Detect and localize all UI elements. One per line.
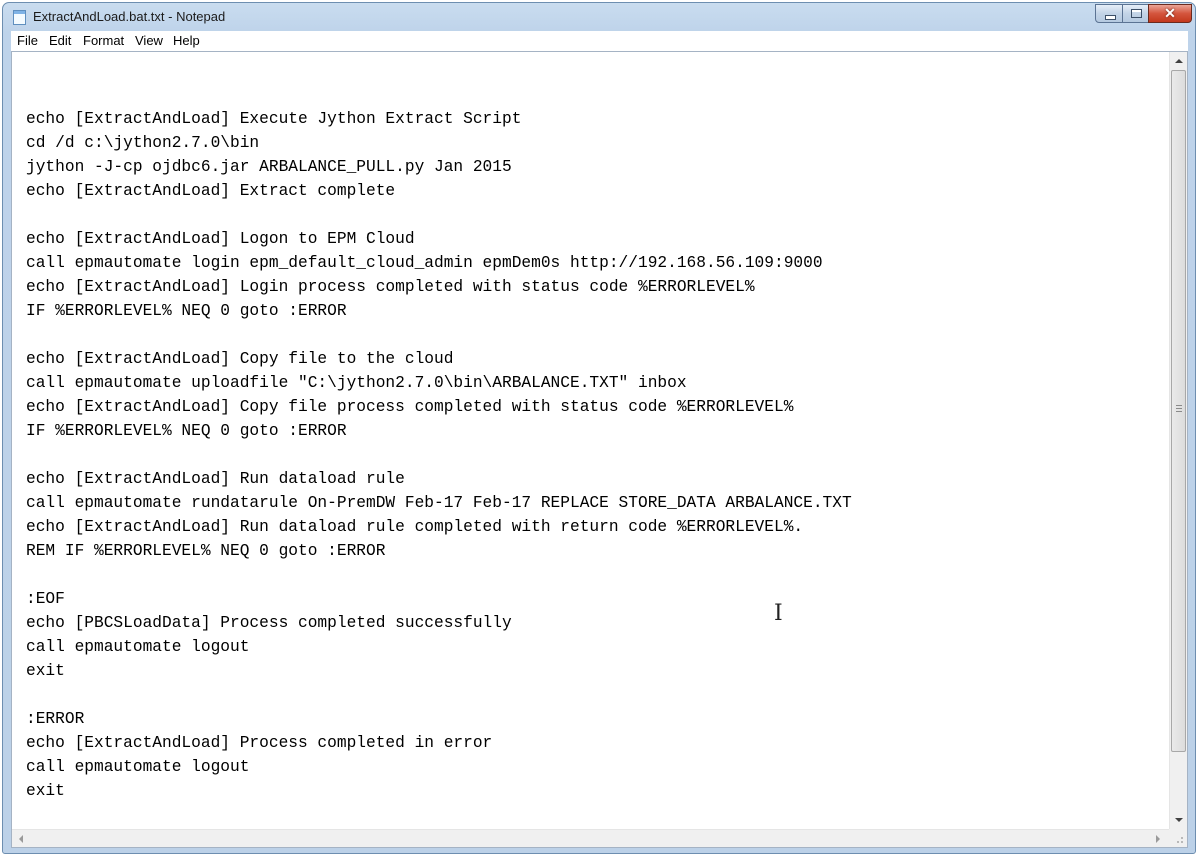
grip-line (1176, 405, 1182, 406)
title-bar[interactable]: ExtractAndLoad.bat.txt - Notepad ✕ (3, 3, 1195, 31)
scroll-right-icon[interactable] (1156, 835, 1160, 843)
text-line: IF %ERRORLEVEL% NEQ 0 goto :ERROR (26, 422, 347, 440)
scroll-up-icon[interactable] (1175, 59, 1183, 63)
close-icon: ✕ (1164, 5, 1176, 21)
minimize-button[interactable] (1095, 4, 1123, 23)
menu-view[interactable]: View (133, 33, 165, 48)
text-line: echo [PBCSLoadData] Process completed su… (26, 614, 512, 632)
grip-line (1176, 411, 1182, 412)
text-line: :ERROR (26, 710, 85, 728)
grip-dot (1177, 841, 1179, 843)
window-title: ExtractAndLoad.bat.txt - Notepad (33, 9, 226, 24)
text-editor[interactable]: echo [ExtractAndLoad] Execute Jython Ext… (11, 51, 1188, 848)
notepad-window: ExtractAndLoad.bat.txt - Notepad ✕ File … (2, 2, 1196, 854)
maximize-button[interactable] (1122, 4, 1149, 23)
text-line: echo [ExtractAndLoad] Copy file process … (26, 398, 794, 416)
horizontal-scrollbar[interactable] (12, 829, 1170, 847)
text-line: echo [ExtractAndLoad] Extract complete (26, 182, 396, 200)
text-line: echo [ExtractAndLoad] Login process comp… (26, 278, 755, 296)
scroll-down-icon[interactable] (1175, 818, 1183, 822)
scroll-left-icon[interactable] (19, 835, 23, 843)
menu-help[interactable]: Help (171, 33, 202, 48)
text-line: :EOF (26, 590, 65, 608)
vertical-scrollbar[interactable] (1169, 52, 1187, 829)
menu-bar: File Edit Format View Help (11, 31, 1188, 52)
minimize-icon (1105, 15, 1116, 20)
resize-grip-icon[interactable] (1169, 829, 1187, 847)
text-line: call epmautomate rundatarule On-PremDW F… (26, 494, 852, 512)
text-line: call epmautomate logout (26, 758, 250, 776)
text-line: REM IF %ERRORLEVEL% NEQ 0 goto :ERROR (26, 542, 386, 560)
text-line: echo [ExtractAndLoad] Execute Jython Ext… (26, 110, 522, 128)
text-line: call epmautomate login epm_default_cloud… (26, 254, 823, 272)
grip-line (1176, 408, 1182, 409)
grip-dot (1181, 841, 1183, 843)
grip-dot (1181, 837, 1183, 839)
notepad-icon[interactable] (13, 10, 26, 25)
text-line: jython -J-cp ojdbc6.jar ARBALANCE_PULL.p… (26, 158, 512, 176)
text-cursor-icon: I (774, 601, 783, 626)
text-line: echo [ExtractAndLoad] Run dataload rule … (26, 518, 804, 536)
text-line: echo [ExtractAndLoad] Run dataload rule (26, 470, 405, 488)
menu-format[interactable]: Format (81, 33, 126, 48)
editor-content[interactable]: echo [ExtractAndLoad] Execute Jython Ext… (12, 52, 1163, 823)
text-line: IF %ERRORLEVEL% NEQ 0 goto :ERROR (26, 302, 347, 320)
vertical-scroll-thumb[interactable] (1171, 70, 1186, 752)
text-line: exit (26, 662, 65, 680)
text-line: echo [ExtractAndLoad] Copy file to the c… (26, 350, 454, 368)
close-button[interactable]: ✕ (1148, 4, 1192, 23)
menu-file[interactable]: File (15, 33, 40, 48)
maximize-icon (1131, 9, 1142, 18)
text-line: call epmautomate logout (26, 638, 250, 656)
text-line: echo [ExtractAndLoad] Logon to EPM Cloud (26, 230, 415, 248)
menu-edit[interactable]: Edit (47, 33, 73, 48)
text-line: echo [ExtractAndLoad] Process completed … (26, 734, 493, 752)
text-line: cd /d c:\jython2.7.0\bin (26, 134, 260, 152)
text-line: call epmautomate uploadfile "C:\jython2.… (26, 374, 687, 392)
text-line: exit (26, 782, 65, 800)
